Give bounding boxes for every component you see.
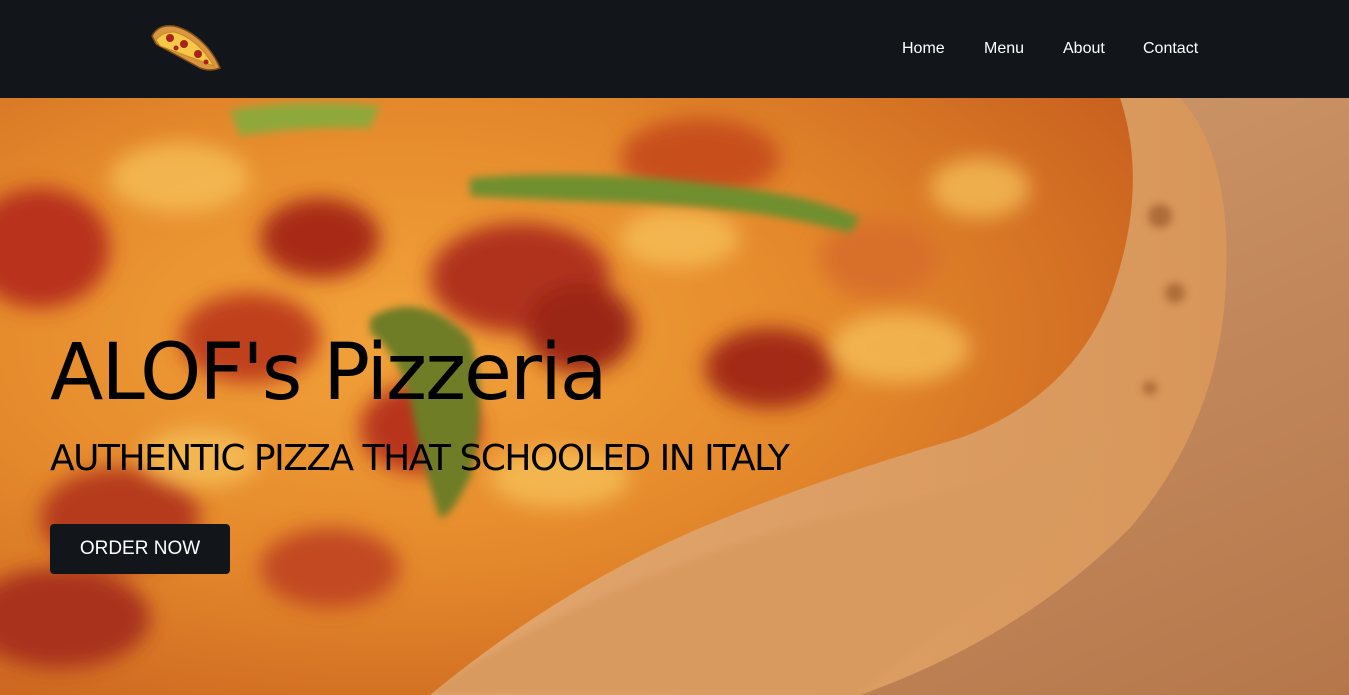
nav-link-about[interactable]: About (1063, 38, 1105, 60)
navbar: Home Menu About Contact (0, 0, 1349, 98)
order-now-button[interactable]: ORDER NOW (50, 524, 230, 574)
hero-title: ALOF's Pizzeria (50, 328, 608, 418)
nav-link-home[interactable]: Home (902, 38, 945, 60)
nav-link-menu[interactable]: Menu (984, 38, 1024, 60)
hero-subtitle: AUTHENTIC PIZZA THAT SCHOOLED IN ITALY (50, 438, 790, 479)
nav-link-contact[interactable]: Contact (1143, 38, 1198, 60)
nav-links: Home Menu About Contact (0, 38, 1349, 60)
hero-section: ALOF's Pizzeria AUTHENTIC PIZZA THAT SCH… (0, 98, 1349, 695)
